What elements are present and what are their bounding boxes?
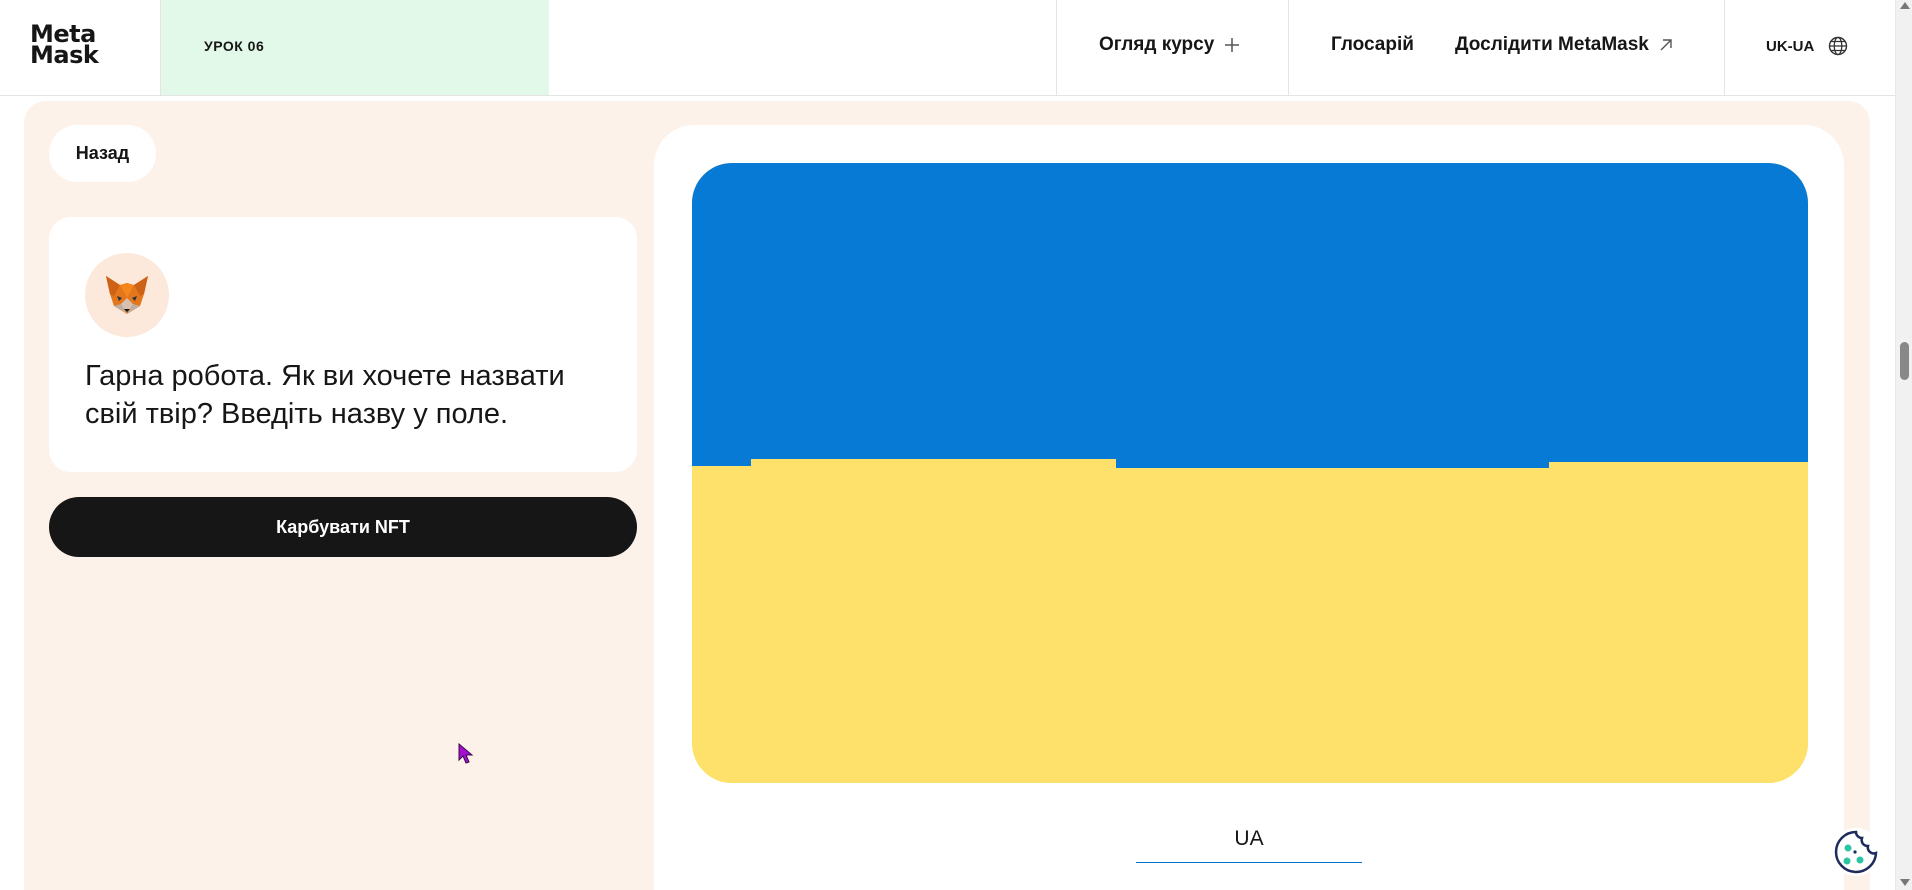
nav-divider: [1056, 0, 1057, 95]
nav-course-overview[interactable]: Огляд курсу: [1099, 34, 1240, 56]
lesson-label: УРОК 06: [204, 38, 265, 54]
artwork-card: [654, 125, 1844, 890]
back-button[interactable]: Назад: [49, 125, 156, 182]
nav-divider: [1288, 0, 1289, 95]
artwork-canvas[interactable]: [692, 163, 1808, 783]
arrow-up-right-icon: [1660, 39, 1672, 51]
fox-head-icon: [106, 276, 148, 314]
lesson-panel: Назад Гарна робота. Як ви хочете назвати…: [24, 101, 1870, 890]
top-header: Meta Mask УРОК 06 Огляд курсу Глосарій Д…: [0, 0, 1895, 96]
scroll-thumb[interactable]: [1900, 342, 1909, 380]
nav-course-overview-label: Огляд курсу: [1099, 34, 1215, 55]
nav-divider: [1724, 0, 1725, 95]
scroll-down-arrow-icon[interactable]: [1900, 879, 1910, 886]
ukraine-flag-drawing: [692, 163, 1808, 783]
lesson-indicator: УРОК 06: [161, 0, 549, 95]
nav-explore-metamask[interactable]: Дослідити MetaMask: [1455, 34, 1673, 56]
message-card: Гарна робота. Як ви хочете назвати свій …: [49, 217, 637, 472]
instruction-message: Гарна робота. Як ви хочете назвати свій …: [85, 360, 565, 430]
cookie-icon: [1834, 830, 1878, 874]
vertical-scrollbar[interactable]: [1895, 0, 1912, 890]
nav-explore-label: Дослідити MetaMask: [1455, 34, 1649, 55]
artwork-name-input[interactable]: [1136, 815, 1362, 863]
metamask-logo[interactable]: Meta Mask: [30, 22, 99, 69]
language-selector[interactable]: UK-UA: [1766, 36, 1848, 56]
mint-nft-button[interactable]: Карбувати NFT: [49, 497, 637, 557]
plus-icon: [1225, 38, 1240, 52]
language-label: UK-UA: [1766, 37, 1815, 55]
cookie-settings-button[interactable]: [1832, 828, 1880, 876]
page: Meta Mask УРОК 06 Огляд курсу Глосарій Д…: [0, 0, 1912, 890]
metamask-fox-icon: [85, 253, 169, 337]
logo-line-2: Mask: [30, 41, 99, 69]
nav-glossary[interactable]: Глосарій: [1331, 34, 1414, 56]
globe-icon: [1829, 36, 1848, 56]
mouse-cursor-icon: [458, 743, 474, 764]
flag-blue-area: [692, 163, 1808, 468]
scroll-up-arrow-icon[interactable]: [1900, 2, 1910, 9]
nav-glossary-label: Глосарій: [1331, 34, 1414, 55]
